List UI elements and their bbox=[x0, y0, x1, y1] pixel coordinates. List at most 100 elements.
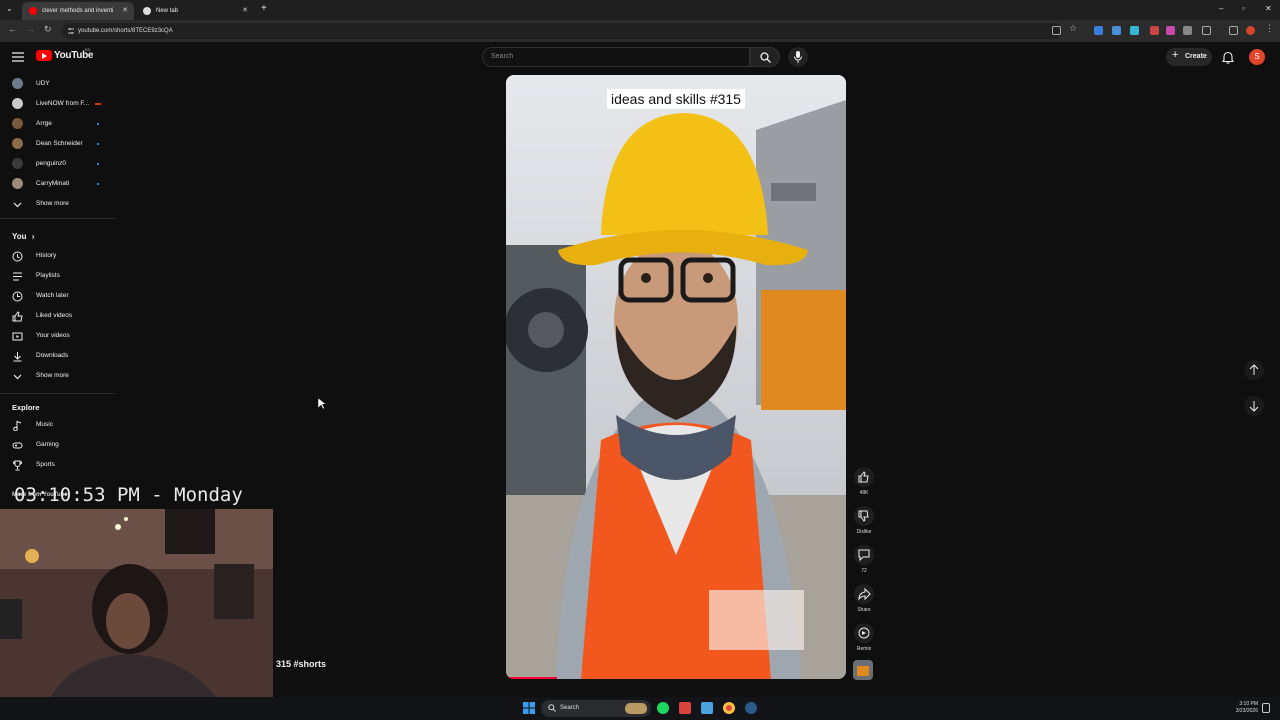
you-heading-label: You bbox=[12, 232, 27, 241]
gamepad-icon bbox=[12, 442, 23, 449]
comments-button[interactable]: 72 bbox=[853, 545, 875, 574]
close-tab-icon[interactable]: ✕ bbox=[122, 2, 128, 20]
share-icon bbox=[858, 587, 871, 601]
video-caption-overlay: ideas and skills #315 bbox=[506, 89, 846, 109]
search-button[interactable] bbox=[750, 47, 780, 67]
create-button[interactable]: + Create bbox=[1166, 48, 1212, 66]
sidebar-item-sports[interactable]: Sports bbox=[0, 455, 115, 475]
extension-3-icon[interactable] bbox=[1130, 26, 1139, 35]
download-icon bbox=[13, 352, 22, 362]
file-explorer-icon[interactable] bbox=[701, 702, 713, 714]
subscription-item-arrge[interactable]: Arrge bbox=[0, 114, 115, 134]
profile-avatar-icon[interactable] bbox=[1246, 26, 1255, 35]
taskbar-search-box[interactable]: Search bbox=[541, 700, 651, 717]
like-button[interactable]: 48K bbox=[853, 467, 875, 496]
sidebar-item-playlists[interactable]: Playlists bbox=[0, 266, 115, 286]
extension-6-icon[interactable] bbox=[1183, 26, 1192, 35]
notifications-bell-icon[interactable] bbox=[1222, 51, 1234, 64]
sidebar-item-liked-videos[interactable]: Liked videos bbox=[0, 306, 115, 326]
account-avatar[interactable]: S bbox=[1249, 49, 1265, 65]
tab-youtube-short[interactable]: clever methods and inventi ✕ bbox=[22, 2, 134, 20]
subscription-item-penguinz0[interactable]: penguinz0 bbox=[0, 154, 115, 174]
sidebar-panel-icon[interactable] bbox=[1229, 26, 1238, 35]
webcam-feed-image bbox=[0, 509, 273, 720]
extension-4-icon[interactable] bbox=[1150, 26, 1159, 35]
url-field[interactable]: youtube.com/shorts/8TECE9z3cQA bbox=[62, 23, 1062, 39]
maximize-icon[interactable]: ▫ bbox=[1242, 4, 1245, 13]
taskbar-date: 3/23/2026 bbox=[1235, 708, 1258, 714]
shorts-video-player[interactable]: ideas and skills #315 bbox=[506, 75, 846, 679]
sidebar-item-your-videos[interactable]: Your videos bbox=[0, 326, 115, 346]
dislike-button[interactable]: Dislike bbox=[853, 506, 875, 535]
dislike-label: Dislike bbox=[856, 529, 872, 535]
new-tab-icon[interactable]: + bbox=[261, 3, 267, 14]
close-tab-icon[interactable]: ✕ bbox=[242, 2, 248, 20]
sidebar-item-downloads[interactable]: Downloads bbox=[0, 346, 115, 366]
close-window-icon[interactable]: ✕ bbox=[1265, 4, 1272, 13]
extension-2-icon[interactable] bbox=[1112, 26, 1121, 35]
browser-menu-icon[interactable]: ⋮ bbox=[1265, 23, 1274, 34]
subscription-label: Dean Schneider bbox=[36, 140, 83, 147]
forward-icon[interactable]: → bbox=[26, 24, 35, 34]
arrow-down-icon bbox=[1249, 401, 1259, 412]
sidebar-item-label: Sports bbox=[36, 461, 55, 468]
sidebar-item-label: Gaming bbox=[36, 441, 59, 448]
channel-avatar bbox=[12, 118, 23, 129]
share-button-circle bbox=[854, 584, 874, 604]
subscription-label: CarryMinati bbox=[36, 180, 70, 187]
sidebar-item-watch-later[interactable]: Watch later bbox=[0, 286, 115, 306]
windows-start-icon[interactable] bbox=[523, 702, 535, 714]
video-progress-bar[interactable] bbox=[506, 677, 557, 679]
sidebar-item-gaming[interactable]: Gaming bbox=[0, 435, 115, 455]
subscription-item-livenow[interactable]: LiveNOW from F... bbox=[0, 94, 115, 114]
taskbar-time: 3:10 PM bbox=[1239, 701, 1258, 707]
new-content-dot bbox=[97, 123, 99, 125]
reload-icon[interactable]: ↻ bbox=[44, 24, 52, 35]
calendar-app-icon[interactable] bbox=[679, 702, 691, 714]
sound-thumbnail[interactable] bbox=[853, 660, 873, 680]
extension-1-icon[interactable] bbox=[1094, 26, 1103, 35]
share-button[interactable]: Share bbox=[853, 584, 875, 613]
youtube-logo-icon[interactable] bbox=[36, 50, 52, 61]
cast-icon[interactable] bbox=[1052, 26, 1061, 35]
subscription-item-carryminati[interactable]: CarryMinati bbox=[0, 174, 115, 194]
voice-search-button[interactable] bbox=[788, 47, 808, 67]
site-info-icon[interactable] bbox=[67, 27, 75, 35]
extension-5-icon[interactable] bbox=[1166, 26, 1175, 35]
chevron-down-icon bbox=[13, 374, 22, 380]
tab-menu-chevron-icon[interactable]: ⌄ bbox=[6, 4, 13, 13]
tab-title: New tab bbox=[156, 8, 179, 14]
subscription-item-dean-schneider[interactable]: Dean Schneider bbox=[0, 134, 115, 154]
back-icon[interactable]: ← bbox=[8, 24, 17, 34]
windows-taskbar: Search 3:10 PM 3/23/2026 bbox=[0, 697, 1280, 720]
video-frame-image bbox=[506, 75, 846, 679]
spotify-icon[interactable] bbox=[657, 702, 669, 714]
show-more-you[interactable]: Show more bbox=[0, 366, 115, 386]
previous-short-button[interactable] bbox=[1244, 360, 1264, 380]
overlay-clock: 03:10:53 PM - Monday bbox=[14, 484, 243, 506]
taskbar-clock[interactable]: 3:10 PM 3/23/2026 bbox=[1222, 701, 1258, 715]
new-content-dot bbox=[97, 163, 99, 165]
remix-button[interactable]: Remix bbox=[853, 623, 875, 652]
sidebar-item-music[interactable]: Music bbox=[0, 415, 115, 435]
steam-icon[interactable] bbox=[745, 702, 757, 714]
subscription-item-udy[interactable]: UDY bbox=[0, 74, 115, 94]
you-section-heading[interactable]: You › bbox=[12, 232, 34, 241]
show-more-subscriptions[interactable]: Show more bbox=[0, 194, 115, 214]
explore-section-heading: Explore bbox=[12, 403, 40, 412]
new-content-dot bbox=[97, 183, 99, 185]
channel-avatar bbox=[12, 158, 23, 169]
hamburger-menu-icon[interactable] bbox=[12, 52, 24, 62]
next-short-button[interactable] bbox=[1244, 396, 1264, 416]
notification-icon[interactable] bbox=[1262, 703, 1270, 713]
tab-new-tab[interactable]: New tab ✕ bbox=[136, 2, 254, 20]
chevron-down-icon bbox=[13, 202, 22, 208]
subscription-label: penguinz0 bbox=[36, 160, 66, 167]
chrome-icon[interactable] bbox=[723, 702, 735, 714]
browser-tab-bar: clever methods and inventi ✕ New tab ✕ +… bbox=[0, 0, 1280, 20]
extensions-puzzle-icon[interactable] bbox=[1202, 26, 1211, 35]
sidebar-item-history[interactable]: History bbox=[0, 246, 115, 266]
minimize-icon[interactable]: – bbox=[1219, 4, 1223, 13]
bookmark-star-icon[interactable]: ☆ bbox=[1069, 23, 1077, 34]
search-input[interactable]: Search bbox=[482, 47, 750, 67]
